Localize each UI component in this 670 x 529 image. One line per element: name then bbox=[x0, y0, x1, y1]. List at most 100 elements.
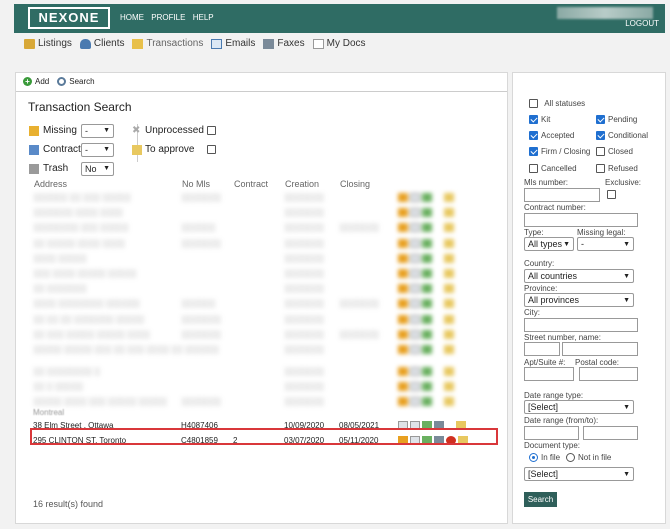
nav-listings[interactable]: Listings bbox=[24, 38, 72, 49]
postal-code-input[interactable] bbox=[579, 367, 638, 381]
accepted-checkbox[interactable] bbox=[529, 131, 538, 141]
emails-icon bbox=[211, 38, 223, 49]
user-name-redacted bbox=[557, 7, 653, 19]
unprocessed-icon: ✖ bbox=[132, 125, 141, 136]
status-closed[interactable]: Closed bbox=[596, 147, 633, 157]
status-accepted[interactable]: Accepted bbox=[529, 131, 574, 141]
table-row-partial: Montreal bbox=[33, 408, 65, 418]
chevron-down-icon: ▼ bbox=[623, 272, 630, 280]
trash-label: Trash bbox=[43, 163, 69, 174]
search-toggle-button[interactable]: Search bbox=[57, 77, 95, 86]
apt-label: Apt/Suite #: bbox=[524, 358, 566, 367]
nav-emails[interactable]: Emails bbox=[211, 38, 255, 49]
closed-checkbox[interactable] bbox=[596, 147, 605, 157]
status-kit[interactable]: Kit bbox=[529, 115, 550, 125]
cancelled-checkbox[interactable] bbox=[529, 164, 538, 174]
table-row-blurred[interactable]: ░░░░ ░░░░░░░░ ░░░░░░ ░░░░░░ ░░░░░░░ ░░░░░░░ bbox=[31, 297, 481, 312]
kit-checkbox[interactable] bbox=[529, 115, 538, 125]
missing-legal-label: Missing legal: bbox=[577, 228, 626, 237]
radio-selected[interactable] bbox=[529, 453, 538, 463]
status-cancelled[interactable]: Cancelled bbox=[529, 164, 577, 174]
search-criteria-panel: All statuses Kit Pending Accepted Condit… bbox=[512, 72, 666, 524]
radio-unselected[interactable] bbox=[566, 453, 575, 463]
date-range-type-select[interactable]: [Select] ▼ bbox=[524, 400, 634, 414]
nav-mydocs[interactable]: My Docs bbox=[312, 38, 366, 49]
pending-checkbox[interactable] bbox=[596, 115, 605, 125]
date-to-input[interactable] bbox=[583, 426, 638, 440]
add-button[interactable]: + Add bbox=[23, 77, 49, 86]
col-mls[interactable]: No Mls bbox=[182, 179, 210, 189]
table-row-blurred[interactable]: ░░ ░░ ░░ ░░░░░░░ ░░░░░ ░░░░░░░ ░░░░░░░ bbox=[31, 313, 481, 328]
nexone-logo[interactable]: NEXONE bbox=[28, 7, 110, 29]
conditional-checkbox[interactable] bbox=[596, 131, 605, 141]
chevron-down-icon: ▼ bbox=[103, 146, 110, 153]
col-creation[interactable]: Creation bbox=[285, 179, 319, 189]
date-range-type-label: Date range type: bbox=[524, 391, 584, 400]
nav-transactions[interactable]: Transactions bbox=[132, 38, 203, 49]
to-approve-icon bbox=[132, 144, 142, 155]
table-row-blurred[interactable]: ░░ ░ ░░░░░ ░░░░░░░ bbox=[31, 380, 481, 395]
nav-clients[interactable]: Clients bbox=[79, 38, 124, 49]
city-input[interactable] bbox=[524, 318, 638, 332]
street-number-input[interactable] bbox=[524, 342, 560, 356]
plus-icon: + bbox=[23, 77, 32, 86]
table-row-blurred[interactable]: ░░░░░░░░ ░░░ ░░░░░ ░░░░░░ ░░░░░░░ ░░░░░░░ bbox=[31, 221, 481, 236]
to-approve-label: To approve bbox=[145, 144, 195, 155]
to-approve-checkbox[interactable] bbox=[207, 145, 216, 154]
nav-home[interactable]: HOME bbox=[120, 13, 144, 22]
table-row-blurred[interactable]: ░░ ░░░░░ ░░░░ ░░░░ ░░░░░░░ ░░░░░░░ bbox=[31, 237, 481, 252]
page-title: Transaction Search bbox=[28, 100, 132, 114]
col-contract[interactable]: Contract bbox=[234, 179, 268, 189]
date-from-input[interactable] bbox=[524, 426, 579, 440]
left-filters: Missing - ▼ Contract - ▼ Trash No ▼ bbox=[29, 121, 114, 178]
search-button[interactable]: Search bbox=[524, 492, 557, 507]
logout-link[interactable]: LOGOUT bbox=[625, 19, 659, 28]
nav-help[interactable]: HELP bbox=[193, 13, 214, 22]
status-firm-closing[interactable]: Firm / Closing bbox=[529, 147, 590, 157]
table-row-blurred[interactable]: ░░ ░░░░░░░ ░░░░░░░ bbox=[31, 282, 481, 297]
apt-input[interactable] bbox=[524, 367, 574, 381]
table-row-blurred[interactable]: ░░ ░░░ ░░░░░ ░░░░░ ░░░░ ░░░░░░░ ░░░░░░░ ░░░… bbox=[31, 328, 481, 343]
chevron-down-icon: ▼ bbox=[563, 240, 570, 248]
main-nav: Listings Clients Transactions Emails Fax… bbox=[24, 38, 366, 49]
table-row-blurred[interactable]: ░░░ ░░░░ ░░░░░ ░░░░░ ░░░░░░░ bbox=[31, 267, 481, 282]
document-select[interactable]: [Select] ▼ bbox=[524, 467, 634, 481]
type-select[interactable]: All types ▼ bbox=[524, 237, 574, 251]
table-row-blurred[interactable]: ░░ ░░░░░░░░ ░ ░░░░░░░ bbox=[31, 365, 481, 380]
col-closing[interactable]: Closing bbox=[340, 179, 370, 189]
street-name-input[interactable] bbox=[562, 342, 638, 356]
chevron-down-icon: ▼ bbox=[103, 127, 110, 134]
unprocessed-checkbox[interactable] bbox=[207, 126, 216, 135]
right-filters: ✖ Unprocessed To approve bbox=[132, 121, 216, 159]
nav-faxes[interactable]: Faxes bbox=[263, 38, 305, 49]
table-row-blurred[interactable]: ░░░░░ ░░░░ ░░░ ░░░░░ ░░░░░ ░░░░░░░ ░░░░░░░ bbox=[31, 395, 481, 411]
table-row-blurred[interactable]: ░░░░ ░░░░░ ░░░░░░░ bbox=[31, 252, 481, 267]
not-in-file-radio[interactable]: Not in file bbox=[566, 453, 611, 463]
all-statuses-checkbox[interactable] bbox=[529, 99, 538, 109]
table-row-blurred[interactable]: ░░░░░░ ░░ ░░░ ░░░░░ ░░░░░░░ ░░░░░░░ bbox=[31, 191, 481, 206]
in-file-radio[interactable]: In file bbox=[529, 453, 560, 463]
contract-number-input[interactable] bbox=[524, 213, 638, 227]
firm-closing-checkbox[interactable] bbox=[529, 147, 538, 157]
mls-label: Mls number: bbox=[524, 178, 569, 187]
all-statuses[interactable]: All statuses bbox=[529, 99, 585, 109]
nav-profile[interactable]: PROFILE bbox=[151, 13, 185, 22]
col-address[interactable]: Address bbox=[34, 179, 67, 189]
country-select[interactable]: All countries ▼ bbox=[524, 269, 634, 283]
mydocs-icon bbox=[312, 38, 324, 49]
status-refused[interactable]: Refused bbox=[596, 164, 638, 174]
mls-input[interactable] bbox=[524, 188, 600, 202]
status-conditional[interactable]: Conditional bbox=[596, 131, 648, 141]
table-row-blurred[interactable]: ░░░░░ ░░░░░ ░░░ ░░ ░░░ ░░░░ ░░ ░░░░░░ ░░░… bbox=[31, 343, 481, 365]
table-body: ░░░░░░ ░░ ░░░ ░░░░░ ░░░░░░░ ░░░░░░░ ░░░░░░… bbox=[31, 191, 481, 450]
table-row-blurred[interactable]: ░░░░░░░ ░░░░ ░░░░ ░░░░░░░ bbox=[31, 206, 481, 221]
trash-select[interactable]: No ▼ bbox=[81, 161, 114, 176]
province-select[interactable]: All provinces ▼ bbox=[524, 293, 634, 307]
refused-checkbox[interactable] bbox=[596, 164, 605, 174]
status-pending[interactable]: Pending bbox=[596, 115, 637, 125]
missing-select[interactable]: - ▼ bbox=[81, 123, 114, 138]
exclusive-checkbox[interactable] bbox=[607, 190, 616, 200]
contract-select[interactable]: - ▼ bbox=[81, 142, 114, 157]
missing-legal-select[interactable]: - ▼ bbox=[577, 237, 634, 251]
missing-icon bbox=[29, 125, 39, 136]
